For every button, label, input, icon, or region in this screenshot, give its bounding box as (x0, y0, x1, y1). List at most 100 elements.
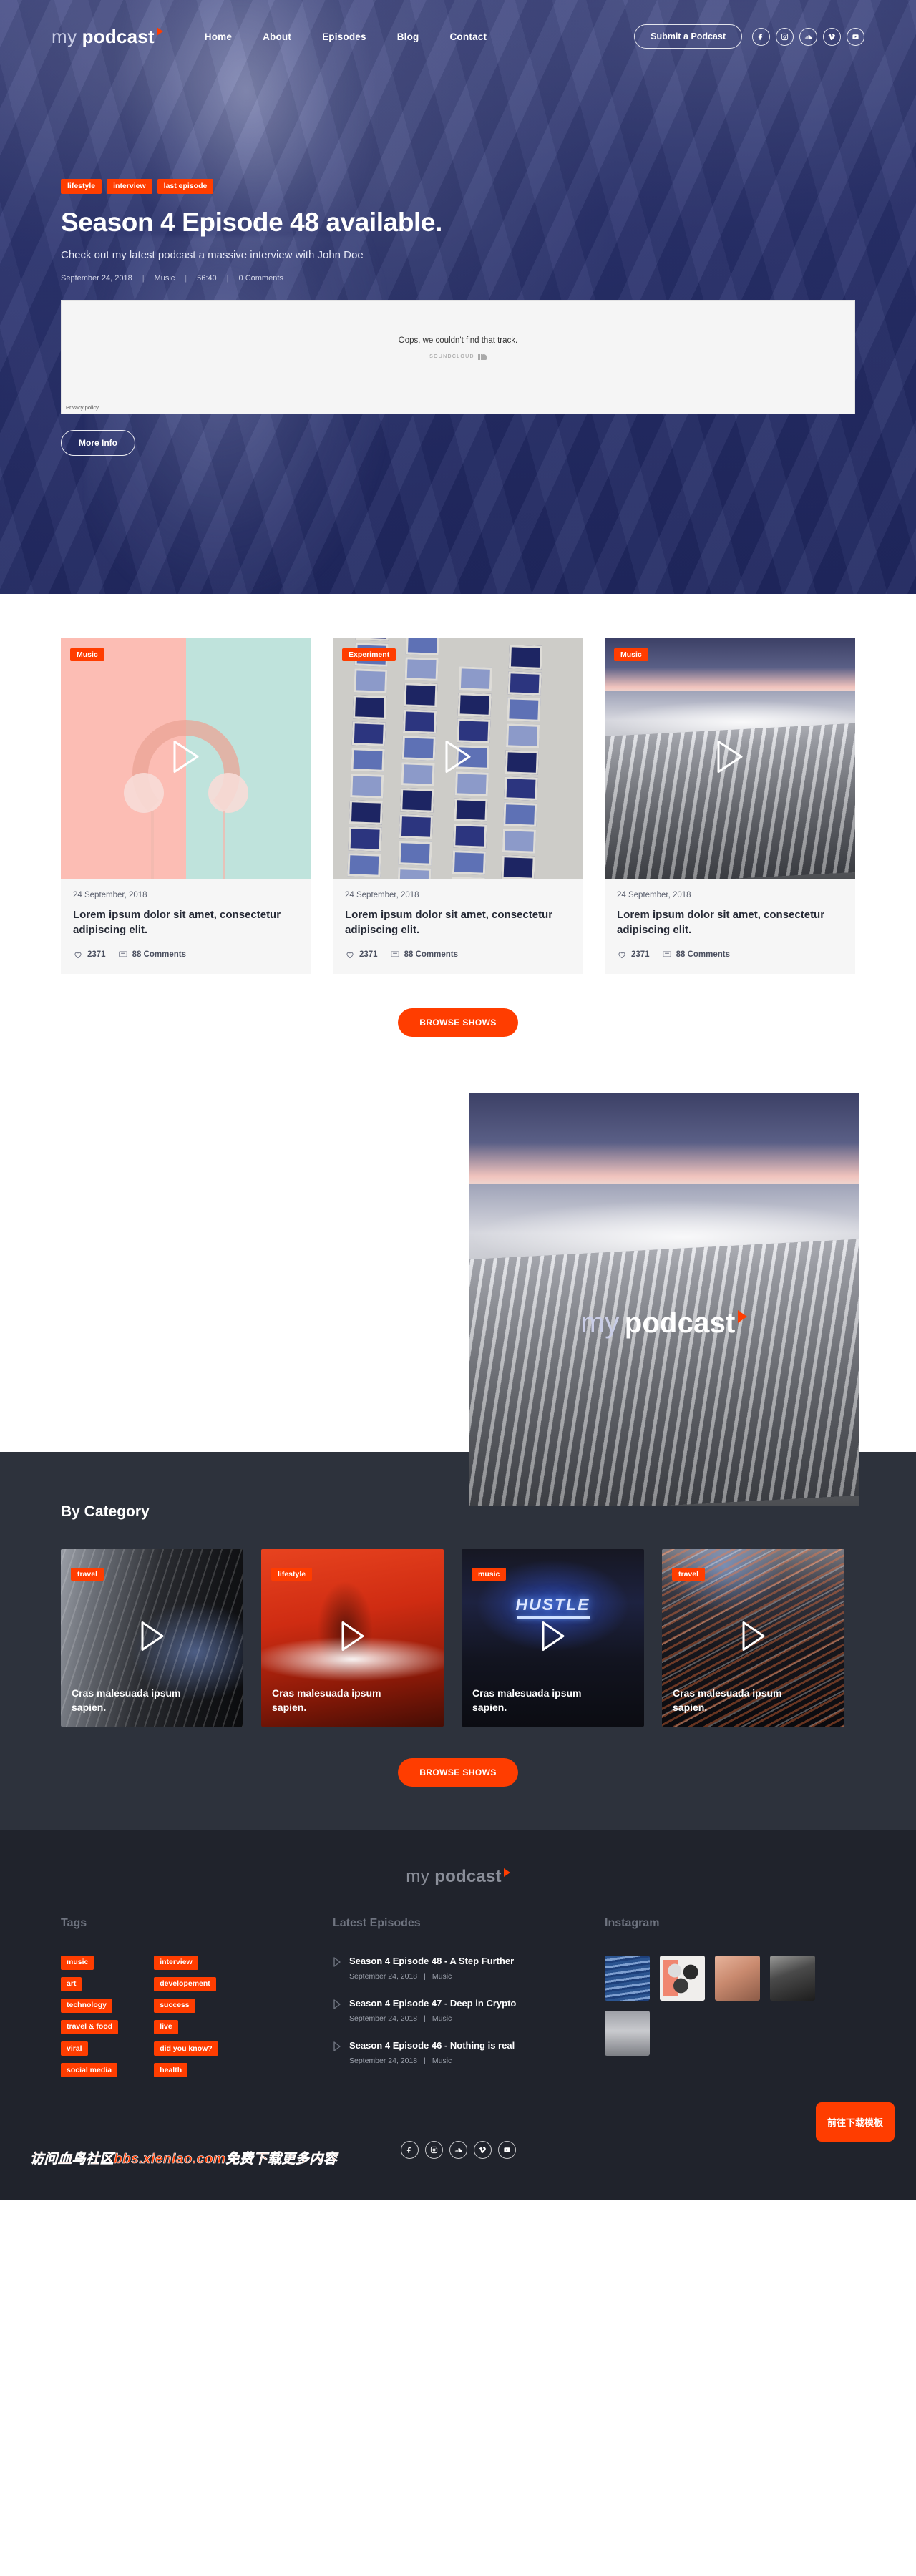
tag-social-media[interactable]: social media (61, 2063, 118, 2078)
soundcloud-icon[interactable] (449, 2140, 467, 2159)
instagram-thumbnail[interactable] (770, 1955, 815, 2001)
footer-episode-title[interactable]: Season 4 Episode 48 - A Step Further (349, 1956, 514, 1966)
card-tag[interactable]: Music (614, 648, 648, 661)
browse-shows-button[interactable]: BROWSE SHOWS (398, 1757, 518, 1787)
play-icon[interactable] (714, 739, 746, 779)
hero-chip-lifestyle[interactable]: lifestyle (61, 179, 102, 194)
card-title[interactable]: Lorem ipsum dolor sit amet, consectetur … (617, 907, 843, 938)
episode-card[interactable]: Experiment 24 September, 2018 Lorem ipsu… (333, 638, 583, 974)
likes-stat[interactable]: 2371 (73, 950, 106, 960)
vimeo-icon[interactable] (823, 27, 841, 46)
card-title[interactable]: Lorem ipsum dolor sit amet, consectetur … (73, 907, 299, 938)
play-icon[interactable] (333, 2041, 341, 2055)
card-tag[interactable]: Experiment (342, 648, 396, 661)
tag-technology[interactable]: technology (61, 1998, 113, 2013)
play-icon[interactable] (442, 739, 474, 779)
tag-developement[interactable]: developement (154, 1976, 216, 1991)
youtube-icon[interactable] (847, 27, 864, 46)
episode-card[interactable]: Music 24 September, 2018 Lorem ipsum dol… (61, 638, 311, 974)
category-card[interactable]: HUSTLE music Cras malesuada ipsum sapien… (462, 1548, 644, 1727)
facebook-icon[interactable] (400, 2140, 419, 2159)
instagram-icon[interactable] (424, 2140, 443, 2159)
vimeo-icon[interactable] (473, 2140, 492, 2159)
soundcloud-embed[interactable]: Oops, we couldn't find that track. SOUND… (61, 299, 855, 414)
episodes-section: Music 24 September, 2018 Lorem ipsum dol… (0, 594, 916, 1037)
likes-count: 2371 (87, 950, 106, 959)
play-icon[interactable] (539, 1619, 567, 1656)
feature-video-thumbnail[interactable]: my podcast (469, 1092, 859, 1506)
soundcloud-icon[interactable] (799, 27, 817, 46)
card-media[interactable]: Experiment (333, 638, 583, 879)
tag-art[interactable]: art (61, 1976, 82, 1991)
meta-separator: | (185, 273, 187, 283)
card-body: 24 September, 2018 Lorem ipsum dolor sit… (61, 879, 311, 974)
category-card[interactable]: travel Cras malesuada ipsum sapien. (662, 1548, 844, 1727)
play-icon[interactable] (138, 1619, 167, 1656)
more-info-button[interactable]: More Info (61, 429, 135, 456)
footer-episode-item[interactable]: Season 4 Episode 46 - Nothing is real Se… (333, 2040, 605, 2065)
comments-stat[interactable]: 88 Comments (662, 950, 730, 960)
likes-stat[interactable]: 2371 (345, 950, 378, 960)
footer-episode-title[interactable]: Season 4 Episode 47 - Deep in Crypto (349, 1998, 516, 2009)
category-card[interactable]: travel Cras malesuada ipsum sapien. (61, 1548, 243, 1727)
category-tag[interactable]: travel (71, 1567, 104, 1581)
privacy-policy-link[interactable]: Privacy policy (66, 404, 99, 411)
card-media[interactable]: Music (605, 638, 855, 879)
nav-item-contact[interactable]: Contact (449, 31, 487, 42)
submit-podcast-button[interactable]: Submit a Podcast (634, 24, 742, 49)
soundcloud-brand: SOUNDCLOUD (62, 353, 854, 360)
footer-episode-category: Music (432, 2056, 452, 2065)
nav-item-episodes[interactable]: Episodes (322, 31, 366, 42)
tag-music[interactable]: music (61, 1955, 94, 1970)
instagram-thumbnail[interactable] (605, 2010, 650, 2056)
instagram-thumbnail[interactable] (660, 1955, 705, 2001)
category-tag[interactable]: travel (672, 1567, 706, 1581)
tag-success[interactable]: success (154, 1998, 195, 2013)
card-date: 24 September, 2018 (73, 891, 147, 899)
tag-live[interactable]: live (154, 2019, 178, 2035)
comments-stat[interactable]: 88 Comments (118, 950, 186, 960)
nav-item-home[interactable]: Home (205, 31, 232, 42)
logo-text-podcast: podcast (624, 1307, 736, 1340)
likes-stat[interactable]: 2371 (617, 950, 650, 960)
footer-episode-category: Music (432, 1971, 452, 1981)
tag-interview[interactable]: interview (154, 1955, 198, 1970)
hero-section: my podcast Home About Episodes Blog Cont… (0, 0, 916, 594)
instagram-thumbnail[interactable] (715, 1955, 760, 2001)
instagram-thumbnail[interactable] (605, 1955, 650, 2001)
play-icon[interactable] (338, 1619, 367, 1656)
nav-item-blog[interactable]: Blog (397, 31, 419, 42)
facebook-icon[interactable] (752, 27, 770, 46)
tag-health[interactable]: health (154, 2063, 188, 2078)
card-media[interactable]: Music (61, 638, 311, 879)
episode-card[interactable]: Music 24 September, 2018 Lorem ipsum dol… (605, 638, 855, 974)
hero-chip-interview[interactable]: interview (107, 179, 152, 194)
category-card[interactable]: lifestyle Cras malesuada ipsum sapien. (261, 1548, 444, 1727)
play-icon[interactable] (333, 1956, 341, 1971)
instagram-icon[interactable] (776, 27, 794, 46)
play-icon[interactable] (170, 739, 202, 779)
play-icon[interactable] (333, 1999, 341, 2013)
tag-travel-food[interactable]: travel & food (61, 2019, 119, 2035)
footer-episode-title[interactable]: Season 4 Episode 46 - Nothing is real (349, 2040, 515, 2051)
nav-item-about[interactable]: About (263, 31, 291, 42)
card-title[interactable]: Lorem ipsum dolor sit amet, consectetur … (345, 907, 571, 938)
browse-shows-button[interactable]: BROWSE SHOWS (398, 1008, 518, 1037)
hero-chip-last-episode[interactable]: last episode (157, 179, 214, 194)
footer-columns: Tags music art technology travel & food … (0, 1917, 916, 2082)
card-tag[interactable]: Music (70, 648, 104, 661)
footer-episode-item[interactable]: Season 4 Episode 47 - Deep in Crypto Sep… (333, 1998, 605, 2023)
footer-episode-meta: September 24, 2018 | Music (349, 1972, 514, 1981)
footer-logo[interactable]: my podcast (0, 1867, 916, 1887)
download-template-button[interactable]: 前往下载模板 (815, 2102, 895, 2142)
category-tag[interactable]: lifestyle (271, 1567, 313, 1581)
comments-stat[interactable]: 88 Comments (390, 950, 458, 960)
tag-did-you-know[interactable]: did you know? (154, 2041, 218, 2057)
category-tag[interactable]: music (472, 1567, 507, 1581)
youtube-icon[interactable] (497, 2140, 516, 2159)
footer-episode-item[interactable]: Season 4 Episode 48 - A Step Further Sep… (333, 1956, 605, 1981)
by-category-section: By Category travel Cras malesuada ipsum … (0, 1451, 916, 1830)
play-icon[interactable] (739, 1619, 768, 1656)
tag-viral[interactable]: viral (61, 2041, 88, 2057)
site-logo[interactable]: my podcast (52, 26, 163, 48)
